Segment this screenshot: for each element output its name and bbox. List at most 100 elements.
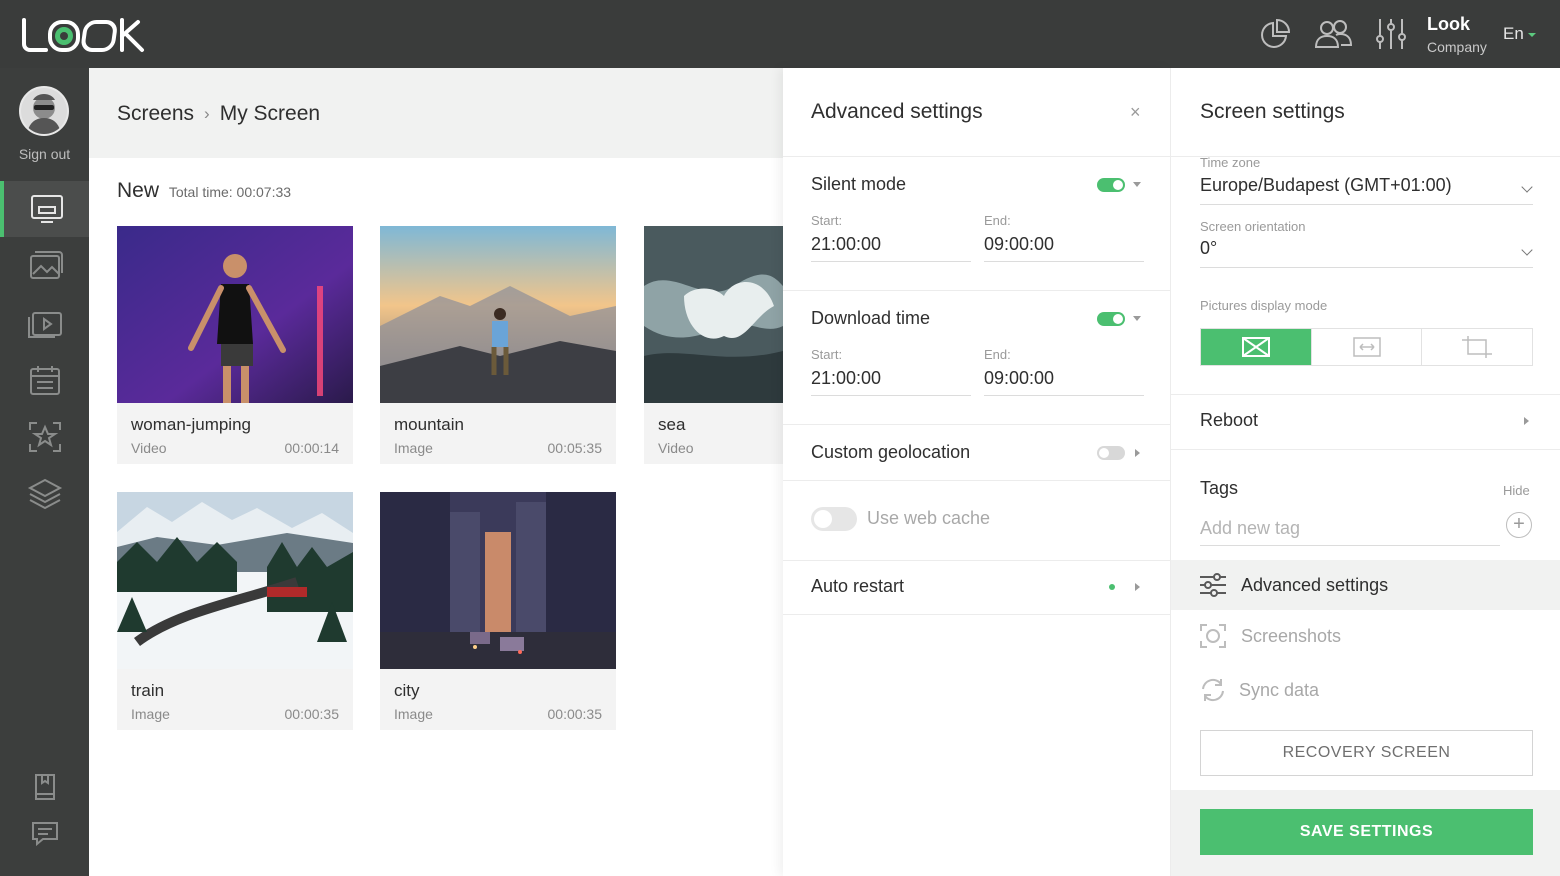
mode-crop-button[interactable] — [1422, 329, 1533, 365]
screen-settings-title: Screen settings — [1200, 100, 1345, 123]
advanced-settings-title: Advanced settings — [811, 100, 983, 123]
caret-right-icon[interactable] — [1524, 417, 1529, 425]
custom-geolocation-toggle[interactable] — [1097, 446, 1125, 460]
media-card[interactable]: train Image 00:00:35 — [117, 492, 353, 730]
mode-fit-button[interactable] — [1311, 329, 1423, 365]
close-icon[interactable]: × — [1130, 102, 1141, 123]
mode-stretch-button[interactable] — [1201, 329, 1312, 365]
avatar[interactable] — [19, 86, 69, 136]
top-bar: Look Company En — [0, 0, 1560, 68]
menu-screenshots[interactable]: Screenshots — [1171, 611, 1560, 661]
nav-gallery[interactable] — [0, 238, 89, 294]
silent-end-label: End: — [984, 213, 1011, 228]
star-frame-icon — [28, 422, 61, 452]
playlist-icon — [27, 312, 62, 338]
time-zone-select[interactable]: Europe/Budapest (GMT+01:00) — [1200, 169, 1533, 205]
breadcrumb-current: My Screen — [219, 102, 321, 125]
crop-icon — [1462, 336, 1493, 358]
advanced-settings-panel: Advanced settings × Silent mode Start: E… — [783, 68, 1170, 876]
breadcrumb-bar: Screens › My Screen — [89, 68, 783, 158]
book-icon — [34, 774, 55, 800]
tags-hide-link[interactable]: Hide — [1503, 483, 1530, 498]
caret-right-icon[interactable] — [1135, 449, 1140, 457]
breadcrumb: Screens › My Screen — [117, 102, 320, 126]
caret-down-icon[interactable] — [1133, 182, 1141, 187]
breadcrumb-screens[interactable]: Screens — [117, 102, 194, 126]
calendar-icon — [29, 366, 60, 395]
nav-screens[interactable] — [0, 181, 89, 237]
silent-start-input[interactable] — [811, 228, 971, 262]
divider — [1171, 449, 1560, 450]
nav-calendar[interactable] — [0, 352, 89, 408]
stretch-icon — [1241, 337, 1270, 357]
nav-layers[interactable] — [0, 466, 89, 522]
tag-input[interactable] — [1200, 512, 1500, 546]
download-end-input[interactable] — [984, 362, 1144, 396]
section-name: New — [117, 179, 160, 202]
thumbnail-woman-jumping — [117, 226, 353, 403]
chat-icon — [31, 822, 58, 847]
auto-restart-label: Auto restart — [811, 576, 905, 596]
user-block[interactable]: Look Company — [1427, 14, 1487, 55]
web-cache-label: Use web cache — [867, 508, 991, 528]
sliders-icon — [1199, 571, 1227, 599]
analytics-icon[interactable] — [1256, 16, 1294, 52]
thumbnail-mountain — [380, 226, 616, 403]
nav-playlist[interactable] — [0, 295, 89, 351]
media-card[interactable]: woman-jumping Video 00:00:14 — [117, 226, 353, 464]
users-icon[interactable] — [1314, 16, 1352, 52]
card-title: city — [394, 681, 420, 700]
language-selector[interactable]: En — [1503, 24, 1536, 44]
nav-favorites[interactable] — [0, 409, 89, 465]
caret-down-icon[interactable] — [1133, 316, 1141, 321]
recovery-screen-button[interactable]: RECOVERY SCREEN — [1200, 730, 1533, 776]
chevron-right-icon: › — [204, 104, 210, 123]
card-duration: 00:00:14 — [284, 440, 340, 456]
card-title: train — [131, 681, 165, 700]
media-card[interactable]: city Image 00:00:35 — [380, 492, 616, 730]
settings-sliders-icon[interactable] — [1372, 16, 1410, 52]
media-card[interactable]: mountain Image 00:05:35 — [380, 226, 616, 464]
layers-icon — [27, 478, 62, 510]
menu-advanced-settings[interactable]: Advanced settings — [1171, 560, 1560, 610]
main-content: Screens › My Screen New Total time: 00:0… — [89, 68, 783, 876]
look-logo[interactable] — [20, 16, 156, 54]
divider — [783, 480, 1170, 481]
nav-chat[interactable] — [0, 806, 89, 862]
sign-out-link[interactable]: Sign out — [0, 146, 89, 162]
silent-start-label: Start: — [811, 213, 843, 228]
orientation-select[interactable]: 0° — [1200, 232, 1533, 268]
download-start-label: Start: — [811, 347, 843, 362]
save-settings-button[interactable]: SAVE SETTINGS — [1200, 809, 1533, 855]
divider — [1171, 394, 1560, 395]
card-title: sea — [658, 415, 686, 434]
user-company: Company — [1427, 39, 1487, 55]
thumbnail-sea — [644, 226, 783, 403]
silent-mode-label: Silent mode — [811, 174, 907, 194]
top-icons — [1256, 16, 1410, 52]
card-type: Image — [131, 706, 170, 722]
silent-mode-toggle[interactable] — [1097, 178, 1125, 192]
add-tag-button[interactable]: + — [1506, 512, 1532, 538]
download-time-toggle[interactable] — [1097, 312, 1125, 326]
divider — [783, 290, 1170, 291]
status-dot — [1109, 584, 1115, 590]
silent-end-input[interactable] — [984, 228, 1144, 262]
card-duration: 00:05:35 — [547, 440, 603, 456]
caret-right-icon[interactable] — [1135, 583, 1140, 591]
divider — [783, 614, 1170, 615]
download-start-input[interactable] — [811, 362, 971, 396]
menu-screenshots-label: Screenshots — [1241, 625, 1342, 646]
menu-sync-data[interactable]: Sync data — [1171, 665, 1560, 715]
total-time: Total time: 00:07:33 — [168, 184, 292, 200]
custom-geolocation-label: Custom geolocation — [811, 442, 971, 462]
chevron-down-icon — [1521, 244, 1533, 256]
reboot-label: Reboot — [1200, 410, 1259, 430]
reboot-row[interactable]: Reboot — [1200, 410, 1258, 431]
web-cache-toggle[interactable] — [811, 507, 857, 531]
media-card[interactable]: sea Video — [644, 226, 783, 464]
card-duration: 00:00:35 — [284, 706, 340, 722]
card-title: mountain — [394, 415, 464, 434]
screens-icon — [30, 195, 63, 223]
screenshot-icon — [1199, 622, 1227, 650]
